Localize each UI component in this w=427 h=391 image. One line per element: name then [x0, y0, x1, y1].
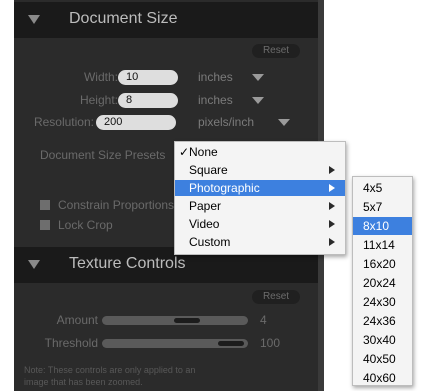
preset-item-none[interactable]: ✓ None — [175, 144, 345, 160]
width-input[interactable]: 10 — [118, 70, 178, 85]
document-size-header[interactable]: Document Size — [14, 2, 318, 38]
size-item[interactable]: 30x40 — [353, 331, 412, 349]
size-item[interactable]: 24x36 — [353, 312, 412, 330]
height-input[interactable]: 8 — [118, 93, 178, 108]
resolution-unit-dropdown-icon[interactable] — [278, 119, 290, 126]
checkmark-icon: ✓ — [179, 145, 190, 159]
width-label: Width: — [83, 70, 118, 84]
document-size-title: Document Size — [69, 10, 178, 27]
preset-item-photographic[interactable]: Photographic — [175, 180, 345, 196]
size-item[interactable]: 40x50 — [353, 350, 412, 368]
preset-item-paper[interactable]: Paper — [175, 198, 345, 214]
amount-slider-knob[interactable] — [174, 318, 200, 323]
texture-note-line1: Note: These controls are only applied to… — [24, 365, 196, 375]
photographic-submenu: 4x5 5x7 8x10 11x14 16x20 20x24 24x30 24x… — [352, 176, 413, 386]
submenu-arrow-icon — [329, 220, 335, 228]
submenu-arrow-icon — [329, 202, 335, 210]
width-unit[interactable]: inches — [198, 70, 233, 84]
collapse-triangle-icon[interactable] — [28, 15, 40, 24]
size-item[interactable]: 5x7 — [353, 198, 412, 216]
texture-reset-button[interactable]: Reset — [252, 290, 300, 304]
size-item[interactable]: 40x60 — [353, 369, 412, 385]
threshold-label: Threshold — [44, 336, 98, 350]
amount-slider[interactable] — [102, 316, 248, 325]
amount-value: 4 — [260, 313, 267, 327]
width-unit-dropdown-icon[interactable] — [252, 74, 264, 81]
size-item[interactable]: 20x24 — [353, 274, 412, 292]
threshold-slider-knob[interactable] — [218, 341, 244, 346]
preset-item-custom[interactable]: Custom — [175, 234, 345, 250]
height-label: Height: — [79, 93, 118, 107]
amount-label: Amount — [56, 313, 98, 327]
texture-controls-title: Texture Controls — [69, 255, 186, 272]
collapse-triangle-icon[interactable] — [28, 260, 40, 269]
height-unit-dropdown-icon[interactable] — [252, 97, 264, 104]
threshold-slider[interactable] — [102, 339, 248, 348]
size-item[interactable]: 11x14 — [353, 236, 412, 254]
lock-crop-label: Lock Crop — [58, 218, 113, 232]
presets-menu: ✓ None Square Photographic Paper Video C… — [174, 141, 346, 255]
document-size-presets-label[interactable]: Document Size Presets — [40, 148, 165, 162]
size-item[interactable]: 4x5 — [353, 179, 412, 197]
size-item[interactable]: 16x20 — [353, 255, 412, 273]
constrain-proportions-label: Constrain Proportions — [58, 198, 175, 212]
constrain-proportions-checkbox[interactable] — [40, 200, 50, 210]
texture-note-line2: image that has been zoomed. — [24, 377, 143, 387]
threshold-value: 100 — [260, 336, 281, 350]
submenu-arrow-icon — [329, 184, 335, 192]
submenu-arrow-icon — [329, 238, 335, 246]
size-item-selected[interactable]: 8x10 — [353, 217, 412, 235]
document-size-reset-button[interactable]: Reset — [252, 44, 300, 58]
preset-item-square[interactable]: Square — [175, 162, 345, 178]
size-item[interactable]: 24x30 — [353, 293, 412, 311]
submenu-arrow-icon — [329, 166, 335, 174]
resolution-input[interactable]: 200 — [96, 115, 176, 130]
height-unit[interactable]: inches — [198, 93, 233, 107]
preset-item-video[interactable]: Video — [175, 216, 345, 232]
lock-crop-checkbox[interactable] — [40, 220, 50, 230]
resolution-label: Resolution: — [33, 115, 94, 129]
resolution-unit[interactable]: pixels/inch — [198, 115, 254, 129]
